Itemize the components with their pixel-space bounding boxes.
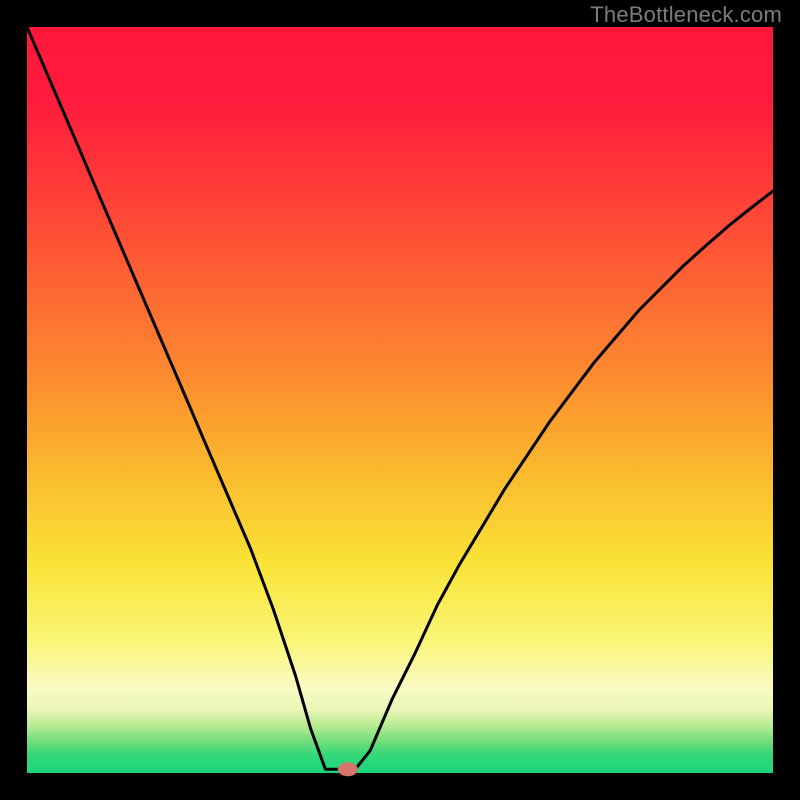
chart-frame: { "attribution": "TheBottleneck.com", "c… (0, 0, 800, 800)
attribution-text: TheBottleneck.com (590, 2, 782, 28)
optimum-marker (338, 762, 358, 776)
chart-svg (0, 0, 800, 800)
plot-background (27, 27, 773, 773)
